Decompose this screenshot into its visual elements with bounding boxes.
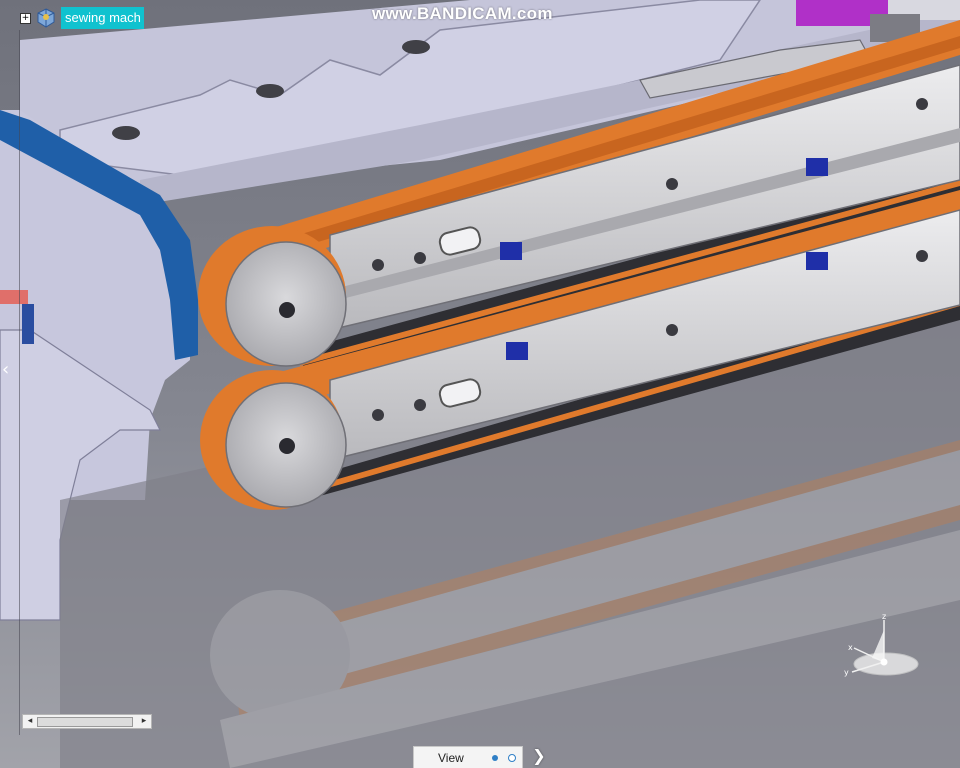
compass-axis-y: y bbox=[844, 668, 849, 677]
scroll-right-icon[interactable]: ▸ bbox=[138, 715, 150, 728]
compass-axis-z: z bbox=[882, 612, 886, 621]
page-dot-active[interactable] bbox=[492, 755, 498, 761]
spec-tree-root[interactable]: + sewing mach bbox=[20, 6, 144, 30]
recorder-watermark: www.BANDICAM.com bbox=[372, 4, 553, 23]
scroll-thumb[interactable] bbox=[37, 717, 133, 727]
view-tab-label[interactable]: View bbox=[438, 751, 464, 765]
3d-viewport[interactable] bbox=[0, 0, 960, 768]
compass-icon[interactable]: z x y bbox=[838, 608, 928, 684]
chevron-down-icon[interactable]: ❯ bbox=[528, 746, 550, 766]
tree-horizontal-scrollbar[interactable]: ◂ ▸ bbox=[22, 714, 152, 729]
product-icon bbox=[37, 8, 55, 28]
page-dot[interactable] bbox=[508, 754, 516, 762]
expand-toggle[interactable]: + bbox=[20, 12, 31, 24]
tree-divider bbox=[19, 30, 20, 735]
spec-tree-root-label[interactable]: sewing mach bbox=[61, 7, 144, 29]
compass-axis-x: x bbox=[848, 643, 853, 652]
view-toolbar-tab[interactable]: View bbox=[413, 746, 523, 768]
collapse-panel-icon[interactable]: ‹ bbox=[2, 360, 16, 380]
scroll-left-icon[interactable]: ◂ bbox=[24, 715, 36, 728]
